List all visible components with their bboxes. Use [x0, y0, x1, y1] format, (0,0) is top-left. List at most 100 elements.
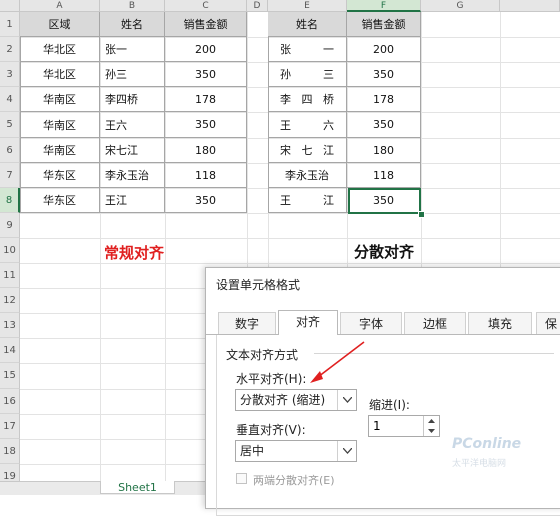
name-char: 六 — [323, 118, 334, 132]
row-header-6[interactable]: 6 — [0, 138, 20, 163]
table-cell[interactable]: 王江 — [268, 188, 347, 213]
text-alignment-section-title: 文本对齐方式 — [226, 348, 299, 362]
name-char: 王 — [280, 194, 291, 207]
row-header-8[interactable]: 8 — [0, 188, 20, 213]
table-cell[interactable]: 李永玉治 — [268, 163, 347, 188]
column-header-g[interactable]: G — [421, 0, 500, 12]
table-cell[interactable]: 180 — [347, 138, 421, 163]
caption-distributed-align: 分散对齐 — [354, 243, 415, 261]
fill-handle[interactable] — [418, 211, 425, 218]
name-char: 江 — [323, 194, 334, 207]
column-header-f[interactable]: F — [347, 0, 421, 12]
row-header-14[interactable]: 14 — [0, 338, 20, 363]
table-cell[interactable]: 张一 — [100, 37, 165, 62]
column-header-e[interactable]: E — [268, 0, 347, 12]
vertical-align-label: 垂直对齐(V): — [236, 423, 306, 437]
name-char: 李永玉治 — [285, 169, 329, 182]
tab-1[interactable]: 对齐 — [278, 310, 338, 335]
name-char: 张 — [280, 43, 291, 56]
column-header-a[interactable]: A — [20, 0, 100, 12]
table-cell[interactable]: 华北区 — [20, 37, 100, 62]
table-cell[interactable]: 350 — [165, 112, 247, 138]
table-cell[interactable]: 200 — [165, 37, 247, 62]
row-header-11[interactable]: 11 — [0, 263, 20, 288]
row-header-10[interactable]: 10 — [0, 238, 20, 263]
table-cell[interactable]: 王六 — [268, 112, 347, 138]
header-cell: 姓名 — [100, 12, 165, 37]
tab-4[interactable]: 填充 — [468, 312, 532, 334]
table-cell[interactable]: 350 — [347, 62, 421, 87]
row-header-2[interactable]: 2 — [0, 37, 20, 62]
vertical-align-value: 居中 — [240, 444, 265, 458]
table-cell[interactable]: 孙三 — [268, 62, 347, 87]
table-cell[interactable]: 华东区 — [20, 163, 100, 188]
table-cell[interactable]: 350 — [165, 62, 247, 87]
horizontal-align-select[interactable]: 分散对齐 (缩进) — [235, 389, 357, 411]
column-header-d[interactable]: D — [247, 0, 268, 12]
table-cell[interactable]: 宋七江 — [268, 138, 347, 163]
table-cell[interactable]: 孙三 — [100, 62, 165, 87]
column-header-c[interactable]: C — [165, 0, 247, 12]
watermark-sub: 太平洋电脑网 — [452, 459, 507, 469]
row-header-9[interactable]: 9 — [0, 213, 20, 238]
table-cell[interactable]: 华东区 — [20, 188, 100, 213]
spin-down-icon[interactable] — [423, 426, 439, 436]
vertical-align-select[interactable]: 居中 — [235, 440, 357, 462]
table-cell[interactable]: 华南区 — [20, 112, 100, 138]
header-cell: 区域 — [20, 12, 100, 37]
name-char: 一 — [323, 43, 334, 56]
header-cell: 销售金额 — [165, 12, 247, 37]
name-char: 宋 — [280, 144, 291, 157]
table-cell[interactable]: 180 — [165, 138, 247, 163]
watermark-logo: PConline — [452, 436, 522, 452]
row-header-12[interactable]: 12 — [0, 288, 20, 313]
table-cell[interactable]: 350 — [165, 188, 247, 213]
table-cell[interactable]: 350 — [347, 112, 421, 138]
table-cell[interactable]: 张一 — [268, 37, 347, 62]
column-header-b[interactable]: B — [100, 0, 165, 12]
table-cell[interactable]: 李四桥 — [100, 87, 165, 112]
name-char: 江 — [323, 144, 334, 157]
chevron-down-icon[interactable] — [337, 390, 356, 410]
horizontal-align-label: 水平对齐(H): — [236, 372, 307, 386]
tab-3[interactable]: 边框 — [404, 312, 466, 334]
header-cell: 姓名 — [268, 12, 347, 37]
row-header-7[interactable]: 7 — [0, 163, 20, 188]
table-cell[interactable]: 118 — [165, 163, 247, 188]
tab-5[interactable]: 保 — [536, 312, 560, 334]
table-cell[interactable]: 李四桥 — [268, 87, 347, 112]
table-cell[interactable]: 华北区 — [20, 62, 100, 87]
table-cell[interactable]: 华南区 — [20, 87, 100, 112]
sheet-tab[interactable]: Sheet1 — [100, 481, 175, 494]
table-cell[interactable]: 178 — [347, 87, 421, 112]
distributed-checkbox-label: 两端分散对齐(E) — [253, 474, 335, 487]
row-header-3[interactable]: 3 — [0, 62, 20, 87]
row-header-17[interactable]: 17 — [0, 414, 20, 439]
row-header-13[interactable]: 13 — [0, 313, 20, 338]
corner-cell[interactable] — [0, 0, 20, 12]
column-header-rest — [500, 0, 560, 12]
table-cell[interactable]: 华南区 — [20, 138, 100, 163]
table-cell[interactable]: 200 — [347, 37, 421, 62]
tab-0[interactable]: 数字 — [218, 312, 276, 334]
table-cell[interactable]: 王江 — [100, 188, 165, 213]
row-header-5[interactable]: 5 — [0, 112, 20, 138]
row-header-16[interactable]: 16 — [0, 389, 20, 414]
row-header-4[interactable]: 4 — [0, 87, 20, 112]
indent-label: 缩进(I): — [369, 398, 410, 412]
chevron-down-icon[interactable] — [337, 441, 356, 461]
spin-up-icon[interactable] — [423, 416, 439, 426]
row-header-18[interactable]: 18 — [0, 439, 20, 464]
table-cell[interactable]: 178 — [165, 87, 247, 112]
table-cell[interactable]: 118 — [347, 163, 421, 188]
table-cell[interactable]: 李永玉治 — [100, 163, 165, 188]
name-char: 李 — [280, 93, 291, 106]
indent-spinner[interactable]: 1 — [368, 415, 440, 437]
row-header-15[interactable]: 15 — [0, 363, 20, 389]
table-cell[interactable]: 王六 — [100, 112, 165, 138]
tab-2[interactable]: 字体 — [340, 312, 402, 334]
name-char: 三 — [323, 68, 334, 81]
table-cell[interactable]: 宋七江 — [100, 138, 165, 163]
row-header-1[interactable]: 1 — [0, 12, 20, 37]
distributed-checkbox[interactable] — [236, 473, 247, 484]
